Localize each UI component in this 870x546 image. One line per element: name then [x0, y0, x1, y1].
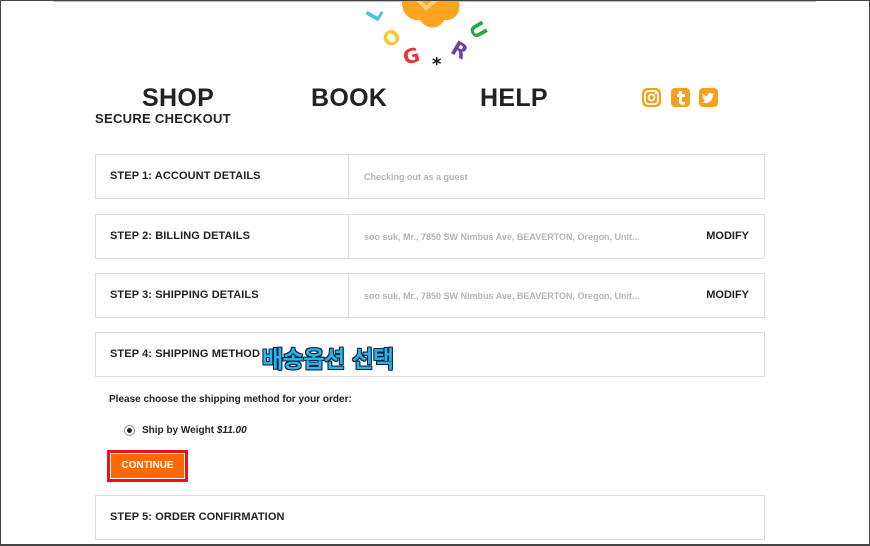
step-label: STEP 3: SHIPPING DETAILS — [110, 289, 259, 301]
page-title: SECURE CHECKOUT — [95, 111, 231, 126]
modify-shipping-button[interactable]: MODIFY — [706, 274, 749, 317]
step-summary: Checking out as a guest — [364, 172, 468, 182]
step-label: STEP 1: ACCOUNT DETAILS — [110, 170, 261, 182]
step-shipping-method: STEP 4: SHIPPING METHOD — [95, 332, 765, 377]
modify-billing-button[interactable]: MODIFY — [706, 215, 749, 258]
shipping-option-radio[interactable] — [124, 425, 135, 436]
step-summary: soo suk, Mr., 7850 SW Nimbus Ave, BEAVER… — [364, 232, 640, 242]
step-shipping-details: STEP 3: SHIPPING DETAILS soo suk, Mr., 7… — [95, 273, 765, 318]
logo-blob-icon — [402, 0, 460, 28]
step-account-details: STEP 1: ACCOUNT DETAILS Checking out as … — [95, 154, 765, 199]
step-divider — [348, 215, 349, 258]
step-divider — [348, 274, 349, 317]
tumblr-icon[interactable] — [670, 87, 691, 108]
nav-help[interactable]: HELP — [480, 84, 548, 113]
social-links — [641, 87, 721, 109]
logo-letter: * — [432, 54, 442, 75]
nav-shop[interactable]: SHOP — [142, 84, 214, 113]
step-label: STEP 4: SHIPPING METHOD — [110, 348, 261, 360]
shipping-option-name: Ship by Weight — [142, 425, 215, 436]
step-billing-details: STEP 2: BILLING DETAILS soo suk, Mr., 78… — [95, 214, 765, 259]
logo-letter: R — [447, 35, 473, 65]
step-summary: soo suk, Mr., 7850 SW Nimbus Ave, BEAVER… — [364, 291, 640, 301]
instagram-icon[interactable] — [641, 87, 662, 108]
nav-book[interactable]: BOOK — [311, 84, 387, 113]
logo-letter: U — [463, 16, 493, 44]
continue-button[interactable]: CONTINUE — [111, 454, 184, 478]
step-order-confirmation: STEP 5: ORDER CONFIRMATION — [95, 495, 765, 540]
twitter-icon[interactable] — [698, 87, 719, 108]
shipping-prompt: Please choose the shipping method for yo… — [109, 394, 352, 405]
logo-letter: G — [400, 42, 423, 70]
step-label: STEP 2: BILLING DETAILS — [110, 230, 251, 242]
main-nav: SHOP BOOK HELP — [0, 84, 870, 112]
step-label: STEP 5: ORDER CONFIRMATION — [110, 511, 285, 523]
shipping-option-label: Ship by Weight $11.00 — [142, 424, 247, 437]
step-divider — [348, 155, 349, 198]
shipping-option-price: $11.00 — [216, 425, 247, 436]
site-logo[interactable]: L O G * R U — [360, 0, 500, 76]
annotation-text: 배송옵션 선택 — [262, 347, 394, 373]
logo-letter: L — [360, 2, 388, 26]
